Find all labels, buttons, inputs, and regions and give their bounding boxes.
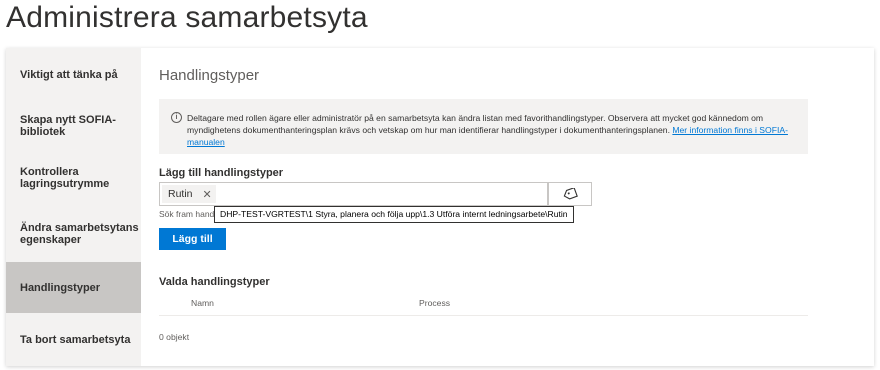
settings-panel: Viktigt att tänka på Skapa nytt SOFIA-bi…: [6, 48, 874, 366]
sidebar-item-handlingstyper[interactable]: Handlingstyper: [6, 262, 141, 313]
close-icon[interactable]: ✕: [203, 188, 212, 201]
browse-button[interactable]: [548, 182, 592, 206]
selected-tag: Rutin ✕: [162, 185, 216, 203]
add-button[interactable]: Lägg till: [159, 228, 226, 250]
sidebar-item-kontrollera-lagring[interactable]: Kontrollera lagringsutrymme: [6, 151, 141, 205]
info-message: i Deltagare med rollen ägare eller admin…: [159, 99, 808, 154]
handlingstyp-picker[interactable]: Rutin ✕: [159, 182, 548, 206]
sidebar-item-ta-bort[interactable]: Ta bort samarbetsyta: [6, 313, 141, 366]
page-title: Administrera samarbetsyta: [6, 1, 368, 34]
tag-icon: [563, 188, 578, 200]
sidebar-item-label: Ändra samarbetsytans egenskaper: [20, 221, 139, 246]
main-content: Handlingstyper i Deltagare med rollen äg…: [159, 48, 874, 366]
sidebar: Viktigt att tänka på Skapa nytt SOFIA-bi…: [6, 48, 141, 366]
sidebar-item-label: Handlingstyper: [20, 281, 101, 294]
sidebar-item-label: Skapa nytt SOFIA-bibliotek: [20, 114, 116, 138]
tooltip: DHP-TEST-VGRTEST\1 Styra, planera och fö…: [214, 206, 574, 223]
sidebar-item-viktigt[interactable]: Viktigt att tänka på: [6, 48, 141, 101]
add-label: Lägg till handlingstyper: [159, 167, 284, 179]
helper-text: Sök fram hand: [159, 209, 215, 219]
sidebar-item-label: Kontrollera lagringsutrymme: [20, 166, 110, 190]
section-title: Handlingstyper: [159, 67, 260, 84]
sidebar-item-skapa-bibliotek[interactable]: Skapa nytt SOFIA-bibliotek: [6, 101, 141, 151]
sidebar-item-andra-egenskaper[interactable]: Ändra samarbetsytans egenskaper: [6, 205, 141, 262]
column-header-namn[interactable]: Namn: [191, 298, 214, 308]
item-count: 0 objekt: [159, 332, 190, 342]
column-header-process[interactable]: Process: [419, 298, 450, 308]
tag-label: Rutin: [168, 188, 193, 200]
info-icon: i: [171, 112, 182, 123]
sidebar-item-label: Viktigt att tänka på: [20, 68, 118, 81]
sidebar-item-label: Ta bort samarbetsyta: [20, 333, 131, 346]
selected-title: Valda handlingstyper: [159, 276, 270, 288]
table-header: Namn Process: [159, 293, 808, 316]
